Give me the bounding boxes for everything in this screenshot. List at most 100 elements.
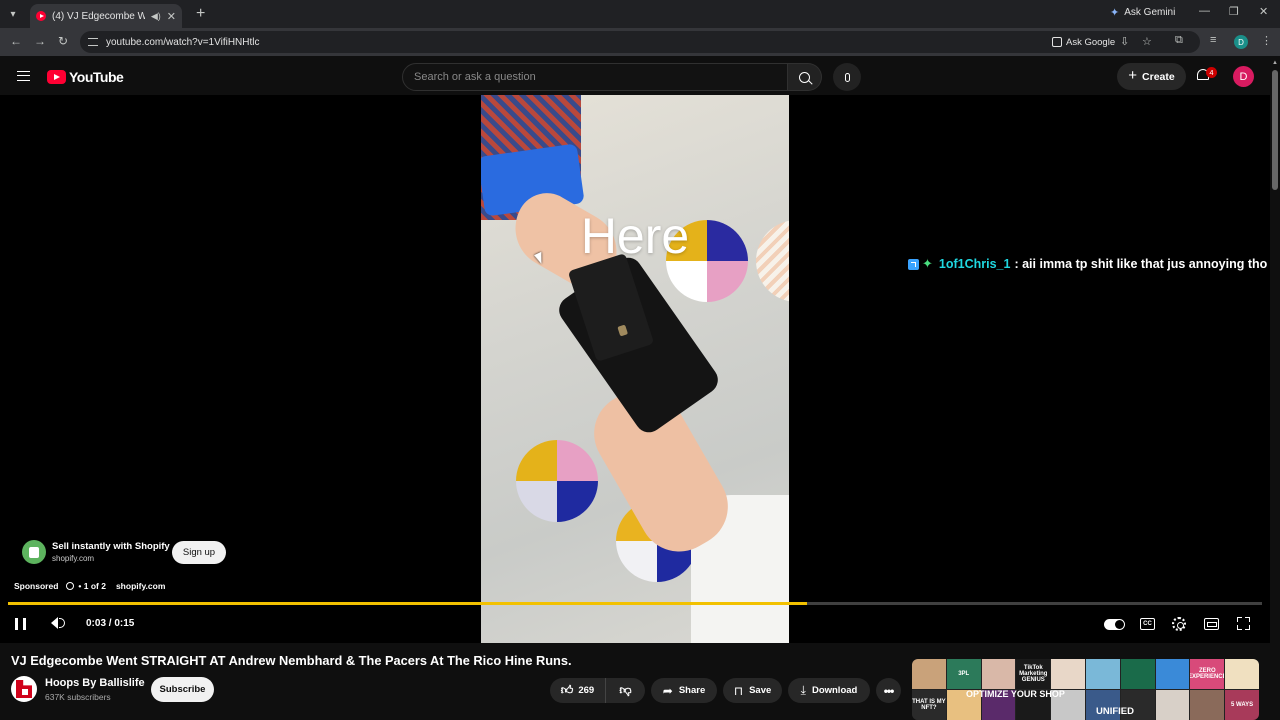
new-tab-plus-icon[interactable]: + bbox=[196, 5, 205, 23]
side-ad-tile: TikTok Marketing GENIUS bbox=[1016, 659, 1051, 689]
like-count: 269 bbox=[578, 685, 595, 696]
scrollbar-thumb[interactable] bbox=[1272, 70, 1278, 190]
fullscreen-icon[interactable] bbox=[1237, 617, 1250, 630]
fullscreen-corner bbox=[1245, 617, 1250, 622]
side-ad-tile bbox=[1120, 659, 1155, 689]
ad-overlay-text: Here bbox=[580, 208, 690, 264]
channel-avatar[interactable] bbox=[11, 676, 37, 702]
youtube-logo[interactable]: YouTube bbox=[47, 69, 124, 85]
guide-menu-icon[interactable] bbox=[17, 71, 30, 81]
install-app-icon[interactable]: ⇩ bbox=[1120, 35, 1129, 48]
like-button[interactable]: 👍︎ 269 bbox=[550, 678, 606, 703]
search-button[interactable] bbox=[788, 63, 822, 91]
ask-gemini-button[interactable]: ✦ Ask Gemini bbox=[1110, 6, 1175, 19]
shopping-bag-icon bbox=[29, 546, 39, 558]
address-bar[interactable]: youtube.com/watch?v=1VifiHNHtlc Ask Goog… bbox=[80, 31, 1200, 53]
side-ad-banner[interactable]: 3PL TikTok Marketing GENIUS ZERO EXPERIENC… bbox=[912, 659, 1259, 720]
sponsor-card[interactable]: Sell instantly with Shopify shopify.com bbox=[22, 540, 170, 564]
voice-search-button[interactable] bbox=[833, 63, 861, 91]
browser-profile-avatar[interactable]: D bbox=[1234, 35, 1248, 49]
chat-overlay-message: ✦ 1of1Chris_1 : aii imma tp shit like th… bbox=[908, 256, 1267, 272]
sign-up-button[interactable]: Sign up bbox=[172, 541, 226, 564]
youtube-favicon-icon bbox=[36, 11, 46, 21]
side-ad-tile bbox=[1190, 690, 1225, 720]
video-title: VJ Edgecombe Went STRAIGHT AT Andrew Nem… bbox=[11, 653, 572, 668]
ad-info-icon[interactable] bbox=[66, 582, 75, 590]
share-button[interactable]: ➦ Share bbox=[651, 678, 717, 703]
settings-gear-icon[interactable] bbox=[1172, 617, 1186, 631]
autoplay-toggle[interactable] bbox=[1104, 619, 1125, 630]
ask-google-button[interactable]: Ask Google bbox=[1046, 34, 1121, 50]
ask-gemini-label: Ask Gemini bbox=[1124, 7, 1176, 18]
create-button[interactable]: + Create bbox=[1117, 63, 1186, 90]
reading-list-icon[interactable]: ≡ bbox=[1210, 34, 1216, 46]
search-placeholder: Search or ask a question bbox=[414, 71, 536, 83]
save-label: Save bbox=[749, 685, 772, 696]
side-ad-tile bbox=[1155, 659, 1190, 689]
speaker-cone bbox=[51, 617, 58, 629]
search-icon bbox=[799, 71, 810, 83]
side-ad-tile: 3PL bbox=[946, 659, 981, 689]
extensions-icon[interactable]: ⧉ bbox=[1175, 34, 1183, 47]
restore-icon[interactable]: ❐ bbox=[1229, 5, 1239, 18]
side-ad-tile bbox=[1225, 659, 1259, 689]
youtube-masthead: YouTube Search or ask a question + Creat… bbox=[0, 57, 1270, 95]
fullscreen-corner bbox=[1237, 617, 1242, 622]
progress-fill bbox=[8, 602, 808, 605]
sponsored-label: Sponsored bbox=[14, 581, 59, 591]
account-avatar[interactable]: D bbox=[1233, 66, 1254, 87]
subscribe-button[interactable]: Subscribe bbox=[151, 677, 214, 702]
browser-toolbar: ← → ↻ youtube.com/watch?v=1VifiHNHtlc As… bbox=[0, 28, 1280, 56]
side-ad-tile: 5 WAYS bbox=[1225, 690, 1259, 720]
ad-video-frame: Here bbox=[481, 95, 789, 643]
sound-wave bbox=[59, 618, 65, 628]
channel-name[interactable]: Hoops By Ballislife bbox=[45, 677, 145, 689]
video-player[interactable]: Here ✦ 1of1Chris_1 : aii imma tp shit li… bbox=[0, 95, 1270, 643]
side-ad-tile: ZERO EXPERIENCE bbox=[1190, 659, 1225, 689]
progress-bar[interactable] bbox=[8, 602, 1262, 605]
tab-close-icon[interactable]: ✕ bbox=[167, 10, 176, 23]
minimize-icon[interactable]: — bbox=[1199, 5, 1210, 17]
side-ad-tile: THAT IS MY NFT? bbox=[912, 690, 946, 720]
card-chip bbox=[617, 324, 629, 337]
save-button[interactable]: ⊓ Save bbox=[723, 678, 782, 703]
google-lens-icon bbox=[1052, 37, 1062, 47]
browser-tab-bar: ▾ (4) VJ Edgecombe Went STR ◀) ✕ + ✦ Ask… bbox=[0, 0, 1280, 28]
browser-tab-active[interactable]: (4) VJ Edgecombe Went STR ◀) ✕ bbox=[30, 4, 182, 28]
url-text[interactable]: youtube.com/watch?v=1VifiHNHtlc bbox=[106, 37, 260, 48]
sponsor-domain: shopify.com bbox=[52, 554, 95, 563]
theater-mode-icon[interactable] bbox=[1204, 618, 1219, 630]
window-close-icon[interactable]: ✕ bbox=[1259, 5, 1268, 18]
youtube-wordmark: YouTube bbox=[69, 69, 124, 85]
sponsored-info: Sponsored • 1 of 2 shopify.com bbox=[14, 581, 165, 591]
browser-menu-icon[interactable]: ⋮ bbox=[1261, 34, 1272, 47]
site-info-icon[interactable] bbox=[88, 38, 98, 46]
share-label: Share bbox=[678, 685, 706, 696]
side-ad-caption: UNIFIED bbox=[1096, 706, 1134, 717]
bookmark-star-icon[interactable]: ☆ bbox=[1142, 35, 1152, 48]
more-dots-icon: ••• bbox=[883, 683, 895, 698]
reload-icon[interactable]: ↻ bbox=[58, 34, 68, 48]
pause-icon[interactable] bbox=[15, 618, 26, 630]
search-input[interactable]: Search or ask a question bbox=[402, 63, 788, 91]
captions-icon[interactable]: CC bbox=[1140, 618, 1155, 630]
ask-google-label: Ask Google bbox=[1066, 36, 1116, 48]
notification-badge: 4 bbox=[1206, 67, 1217, 78]
youtube-play-logo-icon bbox=[47, 70, 66, 84]
more-actions-button[interactable]: ••• bbox=[876, 678, 901, 703]
sponsor-title[interactable]: Sell instantly with Shopify bbox=[52, 541, 170, 552]
chat-sparkle-badge-icon: ✦ bbox=[922, 256, 933, 271]
back-arrow-icon[interactable]: ← bbox=[10, 34, 22, 48]
tab-search-chevron-icon[interactable]: ▾ bbox=[4, 5, 22, 23]
gemini-sparkle-icon: ✦ bbox=[1110, 7, 1120, 19]
fullscreen-corner bbox=[1237, 625, 1242, 630]
download-button[interactable]: ⤓ Download bbox=[788, 678, 870, 703]
tab-audio-icon[interactable]: ◀) bbox=[151, 11, 161, 22]
ad-domain-link[interactable]: shopify.com bbox=[116, 581, 165, 591]
scroll-up-arrow-icon[interactable]: ▲ bbox=[1272, 60, 1278, 66]
tab-title: (4) VJ Edgecombe Went STR bbox=[52, 10, 145, 22]
logo-cutout bbox=[22, 689, 28, 695]
dislike-button[interactable]: 👎︎ bbox=[606, 678, 645, 703]
side-ad-headline: OPTIMIZE YOUR SHOP bbox=[966, 689, 1065, 699]
forward-arrow-icon[interactable]: → bbox=[34, 34, 46, 48]
